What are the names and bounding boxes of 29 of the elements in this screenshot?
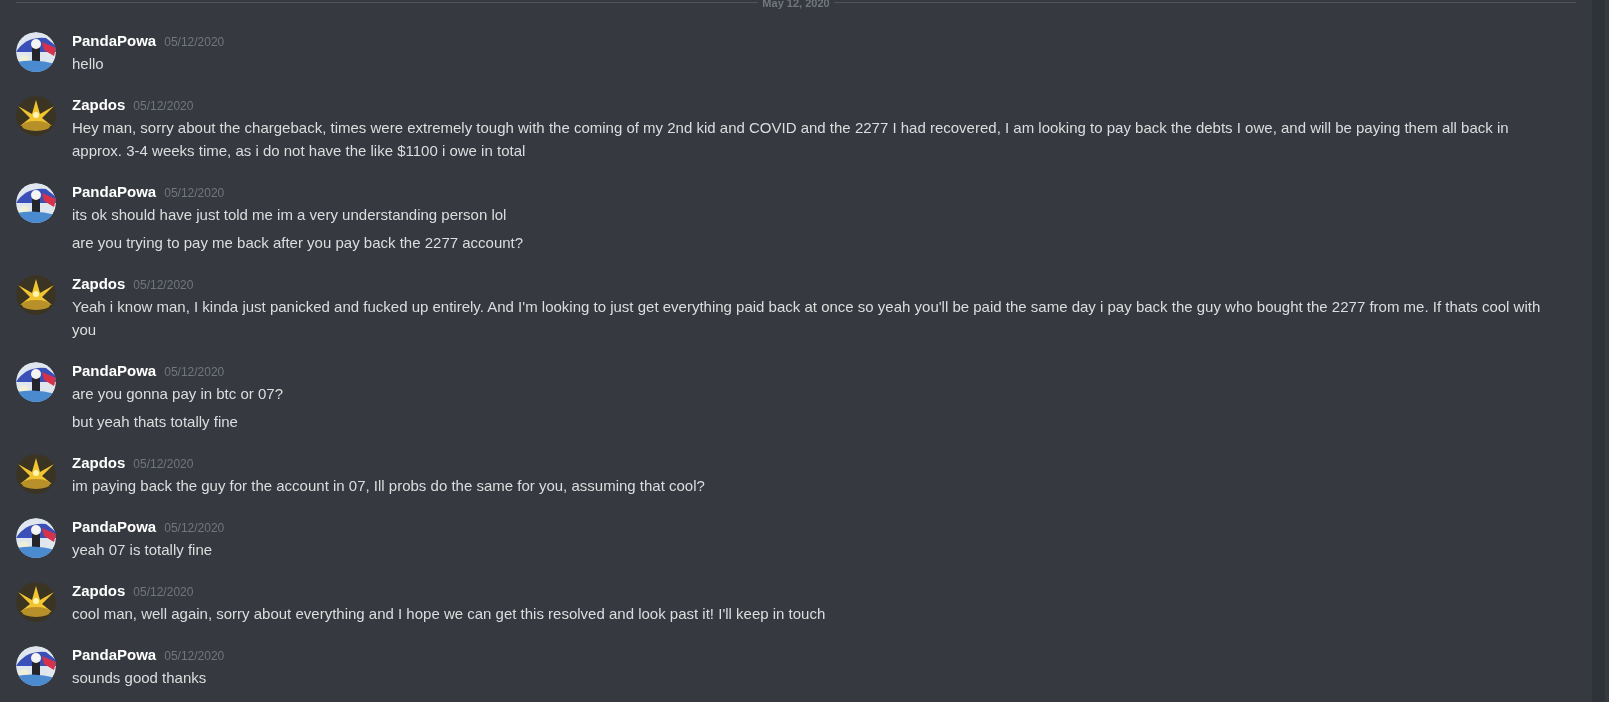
timestamp: 05/12/2020 bbox=[133, 98, 194, 115]
message-text: im paying back the guy for the account in 07, Ill probs do the same for you, assuming that cool? bbox=[72, 476, 706, 496]
message-text: Hey man, sorry about the chargeback, times were extremely tough with the coming of my 2nd kid and COVID and the 2277 I had recovered, I am looking to pay back the debts I owe, and will be paying them all back in approx. 3-4 weeks time, as i do not have the like $1100 i owe in total bbox=[72, 118, 1510, 161]
author-name[interactable]: Zapdos bbox=[72, 273, 126, 296]
timestamp: 05/12/2020 bbox=[164, 520, 225, 537]
message-text: sounds good thanks bbox=[72, 668, 208, 688]
timestamp: 05/12/2020 bbox=[133, 584, 194, 601]
message-text: its ok should have just told me im a very understanding person lol bbox=[72, 205, 508, 225]
message-text: cool man, well again, sorry about everything and I hope we can get this resolved and look past it! I'll keep in touch bbox=[72, 604, 827, 624]
author-name[interactable]: PandaPowa bbox=[72, 30, 157, 53]
timestamp: 05/12/2020 bbox=[164, 364, 225, 381]
message-text: are you gonna pay in btc or 07? bbox=[72, 384, 284, 404]
message-text: hello bbox=[72, 54, 105, 74]
message-text: Yeah i know man, I kinda just panicked and fucked up entirely. And I'm looking to just get everything paid back at once so yeah you'll be paid the same day i pay back the guy who bought the 2277 from me. If thats cool with you bbox=[72, 297, 1542, 340]
message-text: but yeah thats totally fine bbox=[72, 412, 239, 432]
timestamp: 05/12/2020 bbox=[164, 185, 225, 202]
timestamp: 05/12/2020 bbox=[133, 456, 194, 473]
timestamp: 05/12/2020 bbox=[164, 34, 225, 51]
author-name[interactable]: Zapdos bbox=[72, 452, 126, 475]
author-name[interactable]: PandaPowa bbox=[72, 516, 157, 539]
message-text: yeah 07 is totally fine bbox=[72, 540, 214, 560]
author-name[interactable]: PandaPowa bbox=[72, 181, 157, 204]
author-name[interactable]: Zapdos bbox=[72, 94, 126, 117]
timestamp: 05/12/2020 bbox=[133, 277, 194, 294]
message-text: are you trying to pay me back after you pay back the 2277 account? bbox=[72, 233, 525, 253]
author-name[interactable]: PandaPowa bbox=[72, 644, 157, 667]
author-name[interactable]: PandaPowa bbox=[72, 360, 157, 383]
author-name[interactable]: Zapdos bbox=[72, 580, 126, 603]
timestamp: 05/12/2020 bbox=[164, 648, 225, 665]
